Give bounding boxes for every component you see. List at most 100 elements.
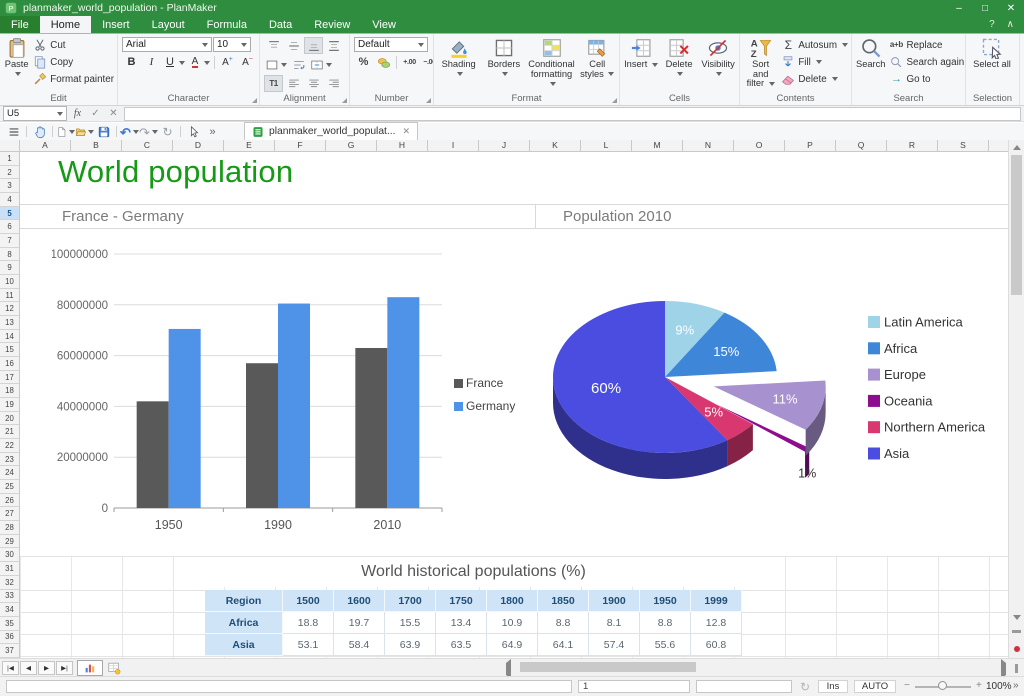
column-header-Q[interactable]: Q: [836, 140, 887, 151]
shrink-font-button[interactable]: A−: [238, 54, 257, 71]
row-header-9[interactable]: 9: [0, 261, 19, 275]
font-size-select[interactable]: 10: [213, 37, 251, 52]
bar-chart[interactable]: 0200000004000000060000000800000001000000…: [52, 236, 522, 548]
dialog-launcher-icon[interactable]: [342, 98, 347, 103]
row-header-11[interactable]: 11: [0, 289, 19, 303]
sheet-canvas[interactable]: World population France - Germany Popula…: [20, 152, 1008, 658]
prev-sheet-button[interactable]: ◀: [20, 661, 37, 675]
column-header-G[interactable]: G: [326, 140, 377, 151]
menu-tab-view[interactable]: View: [361, 16, 407, 33]
align-bottom-button[interactable]: [304, 37, 323, 54]
zoom-out-button[interactable]: −: [904, 680, 910, 691]
help-button[interactable]: ?: [989, 19, 995, 30]
insert-mode-indicator[interactable]: Ins: [818, 680, 848, 693]
confirm-icon[interactable]: ✓: [88, 106, 103, 122]
menu-tab-review[interactable]: Review: [303, 16, 361, 33]
row-header-15[interactable]: 15: [0, 343, 19, 357]
conditional-formatting-button[interactable]: Conditional formatting: [529, 37, 575, 89]
column-header-C[interactable]: C: [122, 140, 173, 151]
column-header-H[interactable]: H: [377, 140, 428, 151]
scroll-up-icon[interactable]: [1009, 140, 1024, 154]
add-sheet-button[interactable]: [103, 660, 125, 676]
dialog-launcher-icon[interactable]: [612, 98, 617, 103]
menu-tab-insert[interactable]: Insert: [91, 16, 141, 33]
row-header-27[interactable]: 27: [0, 507, 19, 521]
row-header-5[interactable]: 5: [0, 207, 19, 221]
row-header-8[interactable]: 8: [0, 248, 19, 262]
redo-button[interactable]: ↷: [139, 124, 158, 140]
dialog-launcher-icon[interactable]: [252, 98, 257, 103]
row-header-6[interactable]: 6: [0, 220, 19, 234]
vertical-scrollbar[interactable]: [1008, 140, 1024, 658]
row-header-23[interactable]: 23: [0, 453, 19, 467]
pane-split-handle[interactable]: [1010, 662, 1022, 674]
merge-cells-button[interactable]: [309, 56, 333, 73]
horizontal-scroll-thumb[interactable]: [520, 662, 696, 672]
scroll-right-icon[interactable]: [1001, 663, 1006, 675]
column-header-D[interactable]: D: [173, 140, 224, 151]
select-all-button[interactable]: Select all: [970, 37, 1014, 70]
align-right-button[interactable]: [324, 75, 343, 92]
align-center-button[interactable]: [304, 75, 323, 92]
row-header-16[interactable]: 16: [0, 357, 19, 371]
row-header-37[interactable]: 37: [0, 644, 19, 658]
fill-button[interactable]: Fill: [781, 54, 848, 70]
menu-tab-data[interactable]: Data: [258, 16, 303, 33]
undo-button[interactable]: ↶: [120, 124, 139, 140]
column-header-K[interactable]: K: [530, 140, 581, 151]
split-handle[interactable]: [1012, 630, 1021, 633]
row-header-14[interactable]: 14: [0, 330, 19, 344]
insert-cells-button[interactable]: Insert: [624, 37, 658, 70]
delete-cells-button[interactable]: Delete: [662, 37, 696, 79]
row-header-35[interactable]: 35: [0, 617, 19, 631]
row-header-24[interactable]: 24: [0, 466, 19, 480]
repeat-button[interactable]: ↻: [158, 124, 177, 140]
align-middle-button[interactable]: [284, 37, 303, 54]
horizontal-scrollbar[interactable]: [506, 661, 1006, 674]
align-left-button[interactable]: [284, 75, 303, 92]
row-header-25[interactable]: 25: [0, 480, 19, 494]
open-button[interactable]: [75, 124, 94, 140]
menu-tab-home[interactable]: Home: [40, 16, 91, 33]
cell-styles-button[interactable]: Cell styles: [579, 37, 617, 79]
row-header-26[interactable]: 26: [0, 494, 19, 508]
row-header-28[interactable]: 28: [0, 521, 19, 535]
row-header-4[interactable]: 4: [0, 193, 19, 207]
borders-button[interactable]: Borders: [483, 37, 524, 79]
column-header-B[interactable]: B: [71, 140, 122, 151]
row-header-13[interactable]: 13: [0, 316, 19, 330]
row-header-22[interactable]: 22: [0, 439, 19, 453]
number-format-select[interactable]: Default: [354, 37, 428, 52]
minimize-button[interactable]: –: [946, 0, 972, 16]
fx-icon[interactable]: fx: [70, 106, 85, 122]
row-header-12[interactable]: 12: [0, 302, 19, 316]
search-again-button[interactable]: Search again: [889, 54, 964, 70]
status-overflow-button[interactable]: »: [1013, 680, 1019, 691]
column-header-N[interactable]: N: [683, 140, 734, 151]
column-header-E[interactable]: E: [224, 140, 275, 151]
wrap-text-button[interactable]: [289, 56, 308, 73]
document-tab[interactable]: planmaker_world_populat... ✕: [244, 122, 418, 140]
scroll-left-icon[interactable]: [506, 663, 511, 675]
shading-button[interactable]: Shading: [438, 37, 479, 79]
save-button[interactable]: [94, 124, 113, 140]
row-header-33[interactable]: 33: [0, 590, 19, 604]
zoom-slider-knob[interactable]: [938, 681, 947, 690]
paste-button[interactable]: Paste: [4, 37, 29, 79]
italic-button[interactable]: I: [142, 54, 161, 71]
row-header-20[interactable]: 20: [0, 412, 19, 426]
menu-tab-file[interactable]: File: [0, 16, 40, 33]
sheet-tab-chart[interactable]: [77, 660, 103, 676]
currency-button[interactable]: [374, 54, 393, 71]
zoom-in-button[interactable]: +: [976, 680, 982, 691]
row-header-36[interactable]: 36: [0, 631, 19, 645]
close-button[interactable]: ✕: [998, 0, 1024, 16]
row-header-2[interactable]: 2: [0, 166, 19, 180]
row-header-17[interactable]: 17: [0, 371, 19, 385]
row-header-34[interactable]: 34: [0, 603, 19, 617]
maximize-button[interactable]: □: [972, 0, 998, 16]
visibility-button[interactable]: Visibility: [700, 37, 736, 79]
font-name-select[interactable]: Arial: [122, 37, 212, 52]
row-header-30[interactable]: 30: [0, 548, 19, 562]
menu-tab-formula[interactable]: Formula: [196, 16, 258, 33]
